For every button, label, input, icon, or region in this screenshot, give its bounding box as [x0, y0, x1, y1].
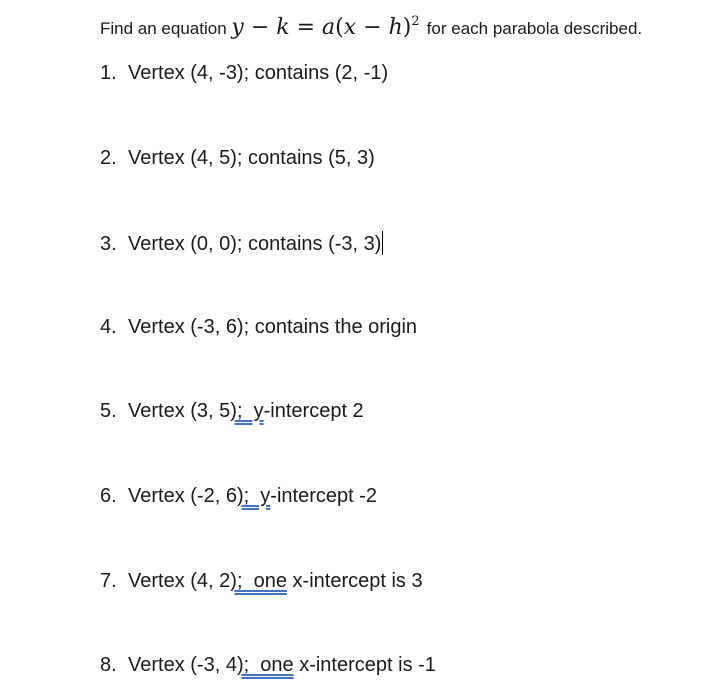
- problem-number: 1.: [100, 62, 117, 84]
- text-cursor: [382, 231, 384, 255]
- instructions: Find an equation y − k = a(x − h)2 for e…: [100, 14, 642, 40]
- problem-number: 4.: [100, 316, 117, 338]
- problem-4[interactable]: 4. Vertex (-3, 6); contains the origin: [100, 316, 417, 339]
- grammar-flag[interactable]: ); y: [237, 485, 270, 507]
- problem-7[interactable]: 7. Vertex (4, 2); one x-intercept is 3: [100, 570, 423, 593]
- problem-text: Vertex (3, 5: [128, 400, 231, 422]
- eq-exponent: 2: [411, 14, 420, 29]
- problem-text: Vertex (-3, 4: [128, 654, 237, 676]
- problem-number: 3.: [100, 233, 117, 255]
- problem-number: 5.: [100, 400, 117, 422]
- problem-text-rest: -intercept 2: [263, 400, 364, 422]
- problem-number: 6.: [100, 485, 117, 507]
- problem-number: 7.: [100, 570, 117, 592]
- problem-text: Vertex (4, 5); contains (5, 3): [128, 147, 375, 169]
- problem-text-rest: -intercept -2: [270, 485, 377, 507]
- problem-number: 8.: [100, 654, 117, 676]
- eq-lparen: (: [335, 15, 344, 40]
- problem-8[interactable]: 8. Vertex (-3, 4); one x-intercept is -1: [100, 654, 436, 677]
- problem-text: Vertex (-2, 6: [128, 485, 237, 507]
- eq-minus-2: −: [363, 15, 382, 40]
- problem-6[interactable]: 6. Vertex (-2, 6); y-intercept -2: [100, 485, 377, 508]
- eq-k: k: [276, 15, 290, 40]
- problem-text: Vertex (0, 0); contains (-3, 3): [128, 233, 382, 255]
- eq-a: a: [322, 15, 336, 40]
- problem-text: Vertex (4, 2: [128, 570, 231, 592]
- problem-text-rest: x-intercept is -1: [293, 654, 436, 676]
- problem-number: 2.: [100, 147, 117, 169]
- eq-x: x: [343, 15, 357, 40]
- grammar-flag[interactable]: ); one: [237, 654, 294, 676]
- eq-h: h: [388, 15, 403, 40]
- problem-5[interactable]: 5. Vertex (3, 5); y-intercept 2: [100, 400, 364, 423]
- problem-text: Vertex (4, -3); contains (2, -1): [128, 62, 389, 84]
- problem-text-rest: x-intercept is 3: [286, 570, 423, 592]
- problem-2[interactable]: 2. Vertex (4, 5); contains (5, 3): [100, 147, 375, 170]
- eq-y: y: [231, 15, 244, 40]
- instructions-text-after: for each parabola described.: [426, 19, 643, 38]
- instructions-text-before: Find an equation: [100, 19, 227, 38]
- eq-minus: −: [250, 15, 270, 40]
- problem-3[interactable]: 3. Vertex (0, 0); contains (-3, 3): [100, 231, 384, 256]
- vertex-form-equation: y − k = a(x − h)2: [231, 14, 426, 40]
- problem-text: Vertex (-3, 6); contains the origin: [128, 316, 418, 338]
- eq-equals: =: [296, 15, 316, 40]
- grammar-flag[interactable]: ); one: [230, 570, 287, 592]
- grammar-flag[interactable]: ); y: [230, 400, 263, 422]
- problem-1[interactable]: 1. Vertex (4, -3); contains (2, -1): [100, 62, 388, 85]
